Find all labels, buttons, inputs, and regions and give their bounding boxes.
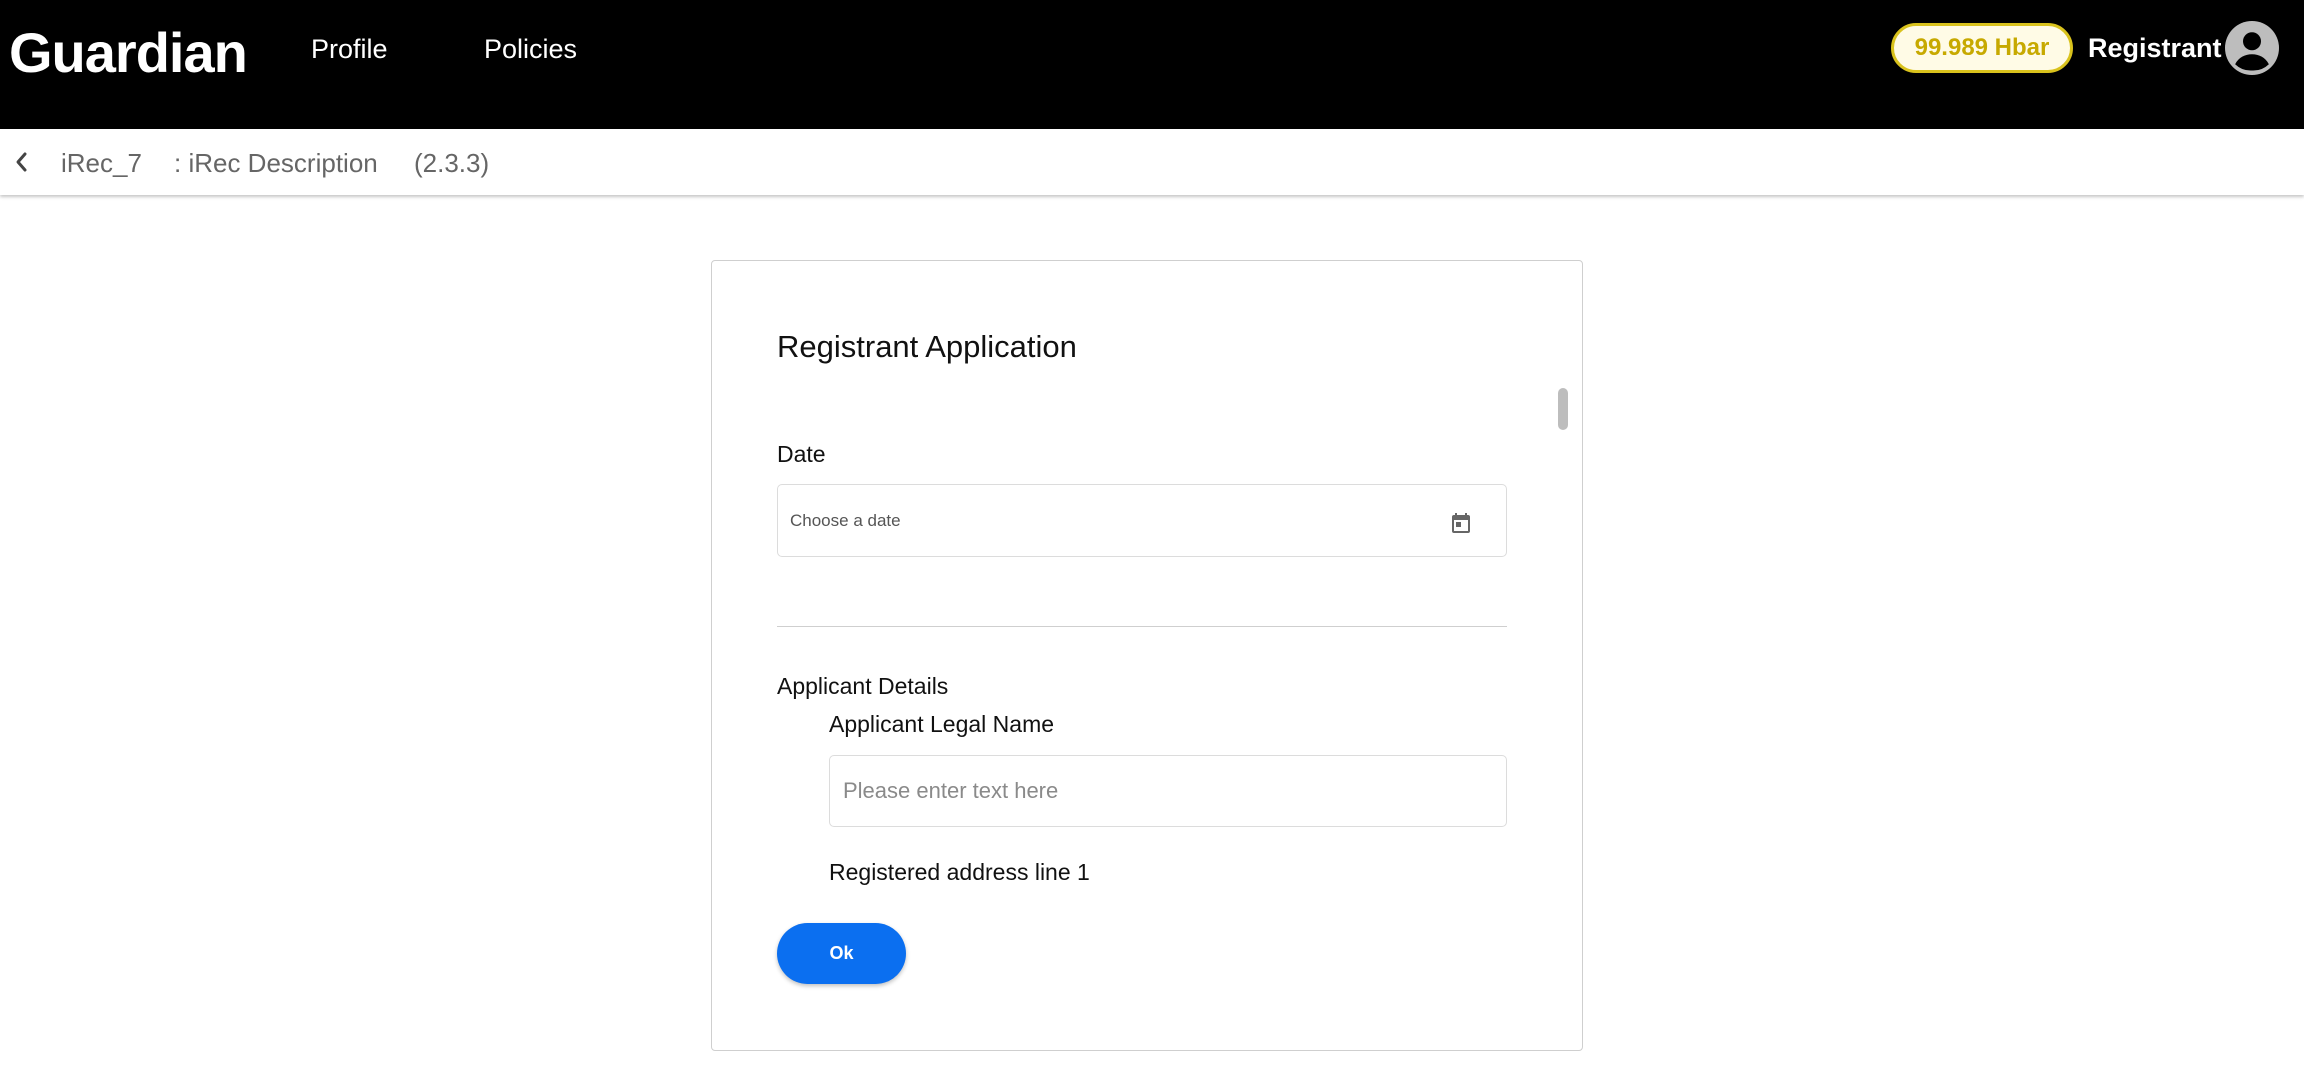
legal-name-input[interactable] — [843, 756, 1483, 826]
registrant-application-dialog: Registrant Application Date Applicant De… — [711, 260, 1583, 1051]
hbar-balance-badge: 99.989 Hbar — [1891, 23, 2073, 73]
calendar-icon[interactable] — [1449, 511, 1473, 535]
user-role-label[interactable]: Registrant — [2088, 33, 2222, 64]
legal-name-field[interactable] — [829, 755, 1507, 827]
policy-description: : iRec Description — [174, 148, 378, 178]
date-input[interactable] — [790, 485, 1430, 556]
policy-version: (2.3.3) — [414, 148, 490, 178]
date-label: Date — [777, 441, 826, 467]
applicant-details-heading: Applicant Details — [777, 673, 949, 699]
nav-policies-link[interactable]: Policies — [484, 34, 577, 65]
section-divider — [777, 626, 1507, 627]
policy-breadcrumb-bar: iRec_7 : iRec Description (2.3.3) — [0, 129, 2304, 195]
policy-name: iRec_7 — [61, 148, 142, 178]
dialog-scrollbar[interactable] — [1558, 388, 1568, 430]
account-circle-icon[interactable] — [2225, 21, 2279, 75]
nav-profile-link[interactable]: Profile — [311, 34, 388, 65]
address-line-1-label: Registered address line 1 — [829, 859, 1090, 885]
top-header: Guardian Profile Policies 99.989 Hbar Re… — [0, 0, 2304, 129]
brand-logo[interactable]: Guardian — [9, 20, 248, 85]
dialog-title: Registrant Application — [777, 329, 1077, 364]
chevron-left-icon[interactable] — [10, 149, 34, 175]
legal-name-label: Applicant Legal Name — [829, 711, 1055, 737]
ok-button[interactable]: Ok — [777, 923, 906, 984]
date-field[interactable] — [777, 484, 1507, 557]
